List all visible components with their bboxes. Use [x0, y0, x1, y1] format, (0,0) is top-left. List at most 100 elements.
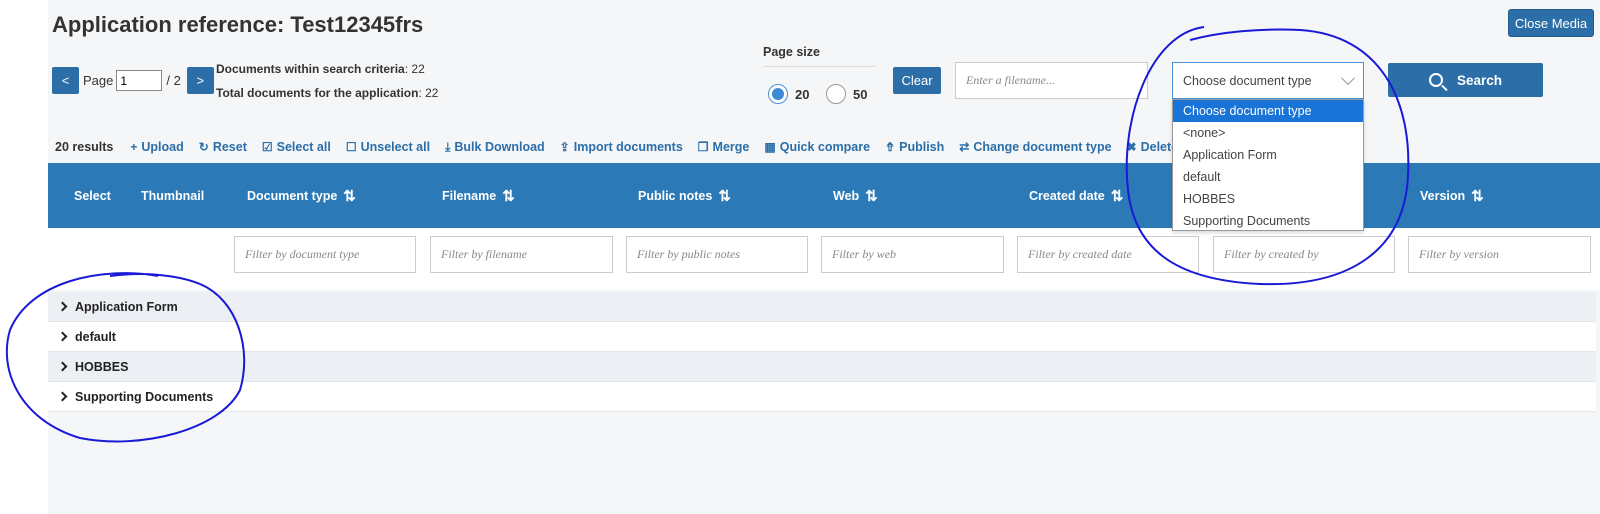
prev-page-button[interactable]: < [52, 67, 79, 94]
column-created-date-label: Created date [1029, 188, 1105, 203]
filter-filename-input[interactable] [430, 236, 613, 273]
filter-created-by-input[interactable] [1213, 236, 1395, 273]
publish-button[interactable]: ⇮ Publish [885, 140, 944, 154]
filter-version-input[interactable] [1408, 236, 1591, 273]
column-filename[interactable]: Filename ⇅ [442, 163, 515, 228]
dropdown-option-default[interactable]: default [1173, 166, 1363, 188]
document-type-select[interactable]: Choose document type [1172, 62, 1364, 99]
search-button[interactable]: Search [1388, 63, 1543, 97]
quick-compare-label: Quick compare [779, 140, 871, 154]
merge-icon: ❐ [697, 140, 709, 154]
group-row-hobbes[interactable]: HOBBES [48, 352, 1596, 382]
pager: < Page / 2 > [52, 67, 214, 94]
page-number-input[interactable] [116, 70, 163, 91]
publish-label: Publish [899, 140, 945, 154]
select-all-label: Select all [276, 140, 331, 154]
chevron-right-icon [57, 331, 68, 342]
close-media-button[interactable]: Close Media [1508, 9, 1594, 37]
sort-icon: ⇅ [1110, 187, 1124, 205]
clear-button[interactable]: Clear [893, 67, 941, 94]
column-web-label: Web [833, 188, 860, 203]
radio-unselected-icon [826, 84, 846, 104]
merge-button[interactable]: ❐ Merge [698, 140, 750, 154]
page-size-20-label: 20 [795, 86, 810, 102]
total-documents-value: : 22 [418, 86, 439, 100]
chevron-right-icon [57, 391, 68, 402]
delete-button[interactable]: ✖ Delete [1127, 140, 1179, 154]
column-select: Select [74, 163, 111, 228]
dropdown-option-none[interactable]: <none> [1173, 122, 1363, 144]
delete-icon: ✖ [1126, 140, 1137, 154]
download-icon: ⤓ [445, 139, 451, 154]
column-web[interactable]: Web ⇅ [833, 163, 878, 228]
radio-selected-icon [768, 84, 788, 104]
dropdown-option-choose[interactable]: Choose document type [1173, 100, 1363, 122]
page-title: Application reference: Test12345frs [52, 12, 424, 37]
bulk-download-label: Bulk Download [454, 140, 545, 154]
sort-icon: ⇅ [502, 187, 515, 205]
page-size-divider [763, 66, 875, 67]
change-document-type-label: Change document type [973, 140, 1112, 154]
checkbox-checked-icon: ☑ [261, 140, 273, 154]
reset-button[interactable]: ↻ Reset [199, 140, 247, 154]
unselect-all-label: Unselect all [360, 140, 431, 154]
import-icon: ⇪ [559, 140, 570, 154]
bulk-download-button[interactable]: ⤓ Bulk Download [445, 140, 545, 155]
sort-icon: ⇅ [1471, 187, 1484, 205]
group-label: Supporting Documents [75, 389, 214, 404]
total-documents-label: Total documents for the application [216, 86, 419, 100]
column-created-date[interactable]: Created date ⇅ [1029, 163, 1123, 228]
change-document-type-button[interactable]: ⇄ Change document type [959, 140, 1111, 154]
reset-label: Reset [212, 140, 247, 154]
media-page: Application reference: Test12345frs Clos… [0, 0, 1600, 514]
sort-icon: ⇅ [865, 187, 878, 205]
sort-icon: ⇅ [718, 187, 731, 205]
select-all-button[interactable]: ☑ Select all [262, 140, 331, 154]
search-icon [1428, 73, 1443, 87]
chevron-right-icon [57, 301, 68, 312]
results-toolbar: 20 results + Upload ↻ Reset ☑ Select all ☐ U… [55, 137, 1185, 157]
chevron-right-icon [57, 361, 68, 372]
plus-icon: + [130, 140, 138, 154]
swap-icon: ⇄ [959, 140, 970, 154]
document-counts: Documents within search criteria : 22 Tot… [216, 57, 438, 105]
upload-label: Upload [141, 140, 184, 154]
column-document-type[interactable]: Document type ⇅ [247, 163, 356, 228]
page-size-20-radio[interactable]: 20 [768, 84, 809, 104]
column-public-notes[interactable]: Public notes ⇅ [638, 163, 731, 228]
filter-document-type-input[interactable] [234, 236, 416, 273]
dropdown-option-hobbes[interactable]: HOBBES [1173, 188, 1363, 210]
filter-created-date-input[interactable] [1017, 236, 1199, 273]
group-row-default[interactable]: default [48, 322, 1596, 352]
quick-compare-button[interactable]: ▦ Quick compare [764, 140, 870, 154]
chevron-down-icon [1340, 70, 1356, 86]
dropdown-option-application-form[interactable]: Application Form [1173, 144, 1363, 166]
results-count: 20 results [55, 140, 114, 154]
next-page-button[interactable]: > [186, 67, 214, 94]
group-label: default [75, 329, 116, 344]
upload-button[interactable]: + Upload [130, 140, 183, 154]
publish-icon: ⇮ [885, 140, 896, 154]
filter-web-input[interactable] [821, 236, 1004, 273]
column-document-type-label: Document type [247, 188, 338, 203]
filter-public-notes-input[interactable] [626, 236, 808, 273]
group-row-application-form[interactable]: Application Form [48, 292, 1596, 322]
filename-search-input[interactable] [955, 62, 1148, 99]
group-label: Application Form [75, 299, 178, 314]
column-select-label: Select [74, 188, 111, 203]
within-criteria-label: Documents within search criteria [216, 62, 405, 76]
total-pages: / 2 [166, 73, 181, 88]
column-thumbnail: Thumbnail [141, 163, 204, 228]
group-row-supporting-documents[interactable]: Supporting Documents [48, 382, 1596, 412]
import-documents-label: Import documents [573, 140, 683, 154]
page-size-50-radio[interactable]: 50 [826, 84, 867, 104]
column-public-notes-label: Public notes [638, 188, 713, 203]
unselect-all-button[interactable]: ☐ Unselect all [346, 140, 430, 154]
import-documents-button[interactable]: ⇪ Import documents [560, 140, 683, 154]
sort-icon: ⇅ [343, 187, 356, 205]
merge-label: Merge [712, 140, 750, 154]
page-label: Page [83, 73, 114, 88]
column-version[interactable]: Version ⇅ [1420, 163, 1484, 228]
search-button-label: Search [1456, 72, 1503, 88]
dropdown-option-supporting-documents[interactable]: Supporting Documents [1173, 210, 1363, 232]
